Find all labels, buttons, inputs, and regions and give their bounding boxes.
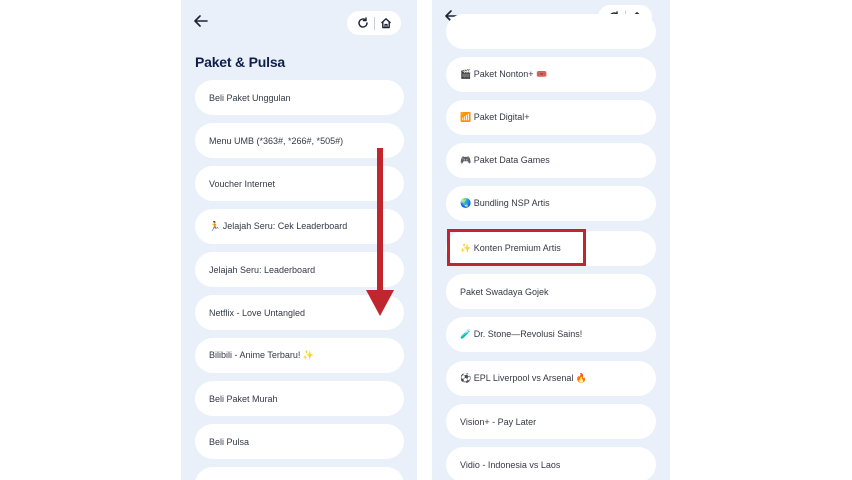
menu-item-beli-pulsa[interactable]: Beli Pulsa bbox=[195, 424, 404, 459]
refresh-button[interactable] bbox=[355, 15, 371, 31]
menu-item-paket-swadaya-gojek[interactable]: Paket Swadaya Gojek bbox=[446, 274, 656, 309]
menu-item-partial[interactable] bbox=[446, 14, 656, 49]
divider bbox=[373, 16, 375, 30]
back-button[interactable] bbox=[191, 11, 211, 31]
arrow-left-icon bbox=[194, 15, 208, 27]
home-icon bbox=[380, 18, 391, 29]
page-title: Paket & Pulsa bbox=[195, 54, 285, 70]
menu-item-beli-paket-murah[interactable]: Beli Paket Murah bbox=[195, 381, 404, 416]
home-button[interactable] bbox=[378, 15, 394, 31]
menu-item-bundling-nsp-artis[interactable]: 🌏 Bundling NSP Artis bbox=[446, 186, 656, 221]
menu-item-bilibili[interactable]: Bilibili - Anime Terbaru! ✨ bbox=[195, 338, 404, 373]
highlight-box bbox=[447, 229, 586, 266]
menu-item-dr-stone[interactable]: 🧪 Dr. Stone—Revolusi Sains! bbox=[446, 317, 656, 352]
screenshot-stage: Paket & Pulsa Beli Paket Unggulan Menu U… bbox=[0, 0, 852, 480]
menu-item-beli-paket-unggulan[interactable]: Beli Paket Unggulan bbox=[195, 80, 404, 115]
menu-item-paket-data-games[interactable]: 🎮 Paket Data Games bbox=[446, 143, 656, 178]
menu-item-vidio-indonesia-laos[interactable]: Vidio - Indonesia vs Laos bbox=[446, 447, 656, 480]
menu-item-vision-pay-later[interactable]: Vision+ - Pay Later bbox=[446, 404, 656, 439]
menu-item-paket-digital[interactable]: 📶 Paket Digital+ bbox=[446, 100, 656, 135]
header-actions bbox=[347, 11, 401, 35]
scroll-down-arrow-icon bbox=[366, 148, 394, 316]
menu-item-epl-liverpool-arsenal[interactable]: ⚽ EPL Liverpool vs Arsenal 🔥 bbox=[446, 361, 656, 396]
refresh-icon bbox=[357, 17, 368, 28]
menu-item-paket-nonton[interactable]: 🎬 Paket Nonton+ 🎟️ bbox=[446, 57, 656, 92]
menu-item-partial[interactable] bbox=[195, 467, 404, 480]
